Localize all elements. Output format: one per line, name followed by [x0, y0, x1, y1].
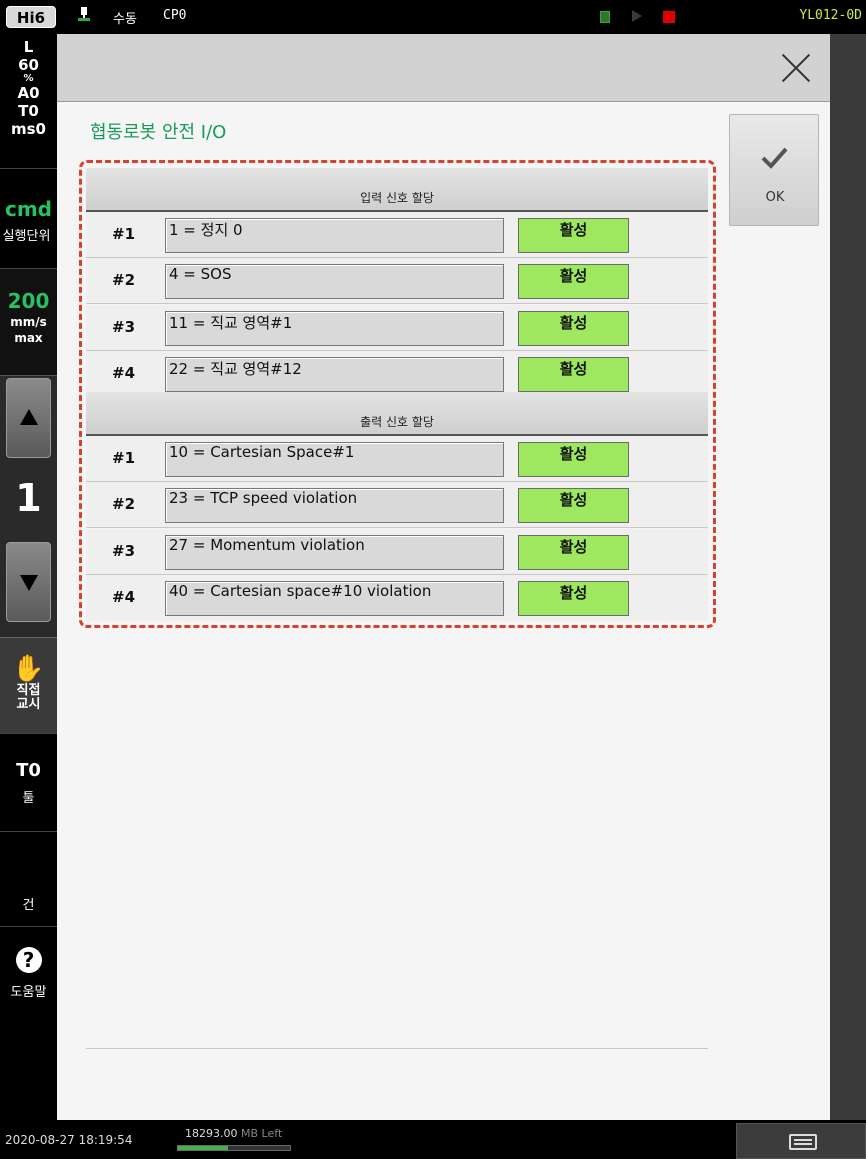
brand-logo[interactable]: Hi6	[6, 6, 56, 28]
status-line: T0	[18, 102, 39, 120]
help-button[interactable]: ? 도움말	[0, 926, 57, 1024]
help-label: 도움말	[10, 985, 47, 1000]
checkmark-icon	[761, 147, 788, 169]
memory-bar	[177, 1145, 291, 1151]
dialog-title: 협동로봇 안전 I/O	[90, 122, 227, 143]
active-toggle-button[interactable]: 활성	[518, 357, 629, 392]
memory-bar-fill	[178, 1146, 229, 1150]
ok-button[interactable]: OK	[729, 114, 819, 226]
status-line: L	[23, 38, 34, 56]
cmd-step-button[interactable]: cmd 실행단위	[0, 168, 57, 268]
mode-indicator: 수동	[113, 12, 137, 27]
ok-label: OK	[765, 190, 785, 205]
speed-value: 200	[7, 289, 50, 313]
version-label: YL012-0D	[799, 8, 862, 23]
output-section-title: 출력 신호 할당	[360, 415, 434, 429]
memory-value: 18293.00	[185, 1127, 238, 1140]
active-toggle-button[interactable]: 활성	[518, 311, 629, 346]
jog-down-button[interactable]	[6, 542, 51, 622]
keyboard-icon	[789, 1134, 817, 1150]
input-signal-field[interactable]: 1 = 정지 0	[165, 218, 504, 253]
input-row: #1 1 = 정지 0 활성	[86, 212, 708, 258]
row-number: #2	[112, 271, 136, 289]
input-row: #3 11 = 직교 영역#1 활성	[86, 305, 708, 351]
active-toggle-button[interactable]: 활성	[518, 488, 629, 523]
tool-label: 툴	[22, 791, 35, 806]
row-number: #3	[112, 318, 136, 336]
input-signal-field[interactable]: 22 = 직교 영역#12	[165, 357, 504, 392]
status-line: A0	[17, 84, 40, 102]
safety-io-dialog: 협동로봇 안전 I/O OK 입력 신호 할당 #1 1 = 정지 0 활성 #…	[57, 34, 830, 1120]
help-icon: ?	[15, 947, 42, 973]
arrow-up-icon	[20, 409, 38, 425]
divider	[86, 1048, 708, 1049]
usb-icon	[78, 7, 90, 21]
row-number: #4	[112, 588, 136, 606]
bottom-status-bar: 2020-08-27 18:19:54 18293.00 MB Left	[0, 1120, 866, 1159]
arrow-down-icon	[20, 575, 38, 591]
speed-max: max	[14, 331, 43, 345]
output-signal-field[interactable]: 23 = TCP speed violation	[165, 488, 504, 523]
active-toggle-button[interactable]: 활성	[518, 442, 629, 477]
output-row: #1 10 = Cartesian Space#1 활성	[86, 436, 708, 482]
jog-step-value: 1	[15, 476, 42, 520]
row-number: #2	[112, 495, 136, 513]
gun-label: 건	[22, 898, 35, 913]
active-toggle-button[interactable]: 활성	[518, 581, 629, 616]
top-status-bar: Hi6 수동 CP0 YL012-0D	[0, 0, 866, 34]
right-edge-strip	[830, 34, 866, 1120]
left-sidebar: L 60 % A0 T0 ms0 cmd 실행단위 200 mm/s max 1…	[0, 34, 57, 1120]
close-icon[interactable]	[780, 52, 812, 84]
status-line: %	[23, 73, 34, 84]
output-signal-field[interactable]: 40 = Cartesian space#10 violation	[165, 581, 504, 616]
memory-unit: MB Left	[241, 1127, 283, 1140]
direct-teach-button[interactable]: ✋ 직접 교시	[0, 637, 57, 733]
motor-status-icon	[600, 11, 610, 23]
memory-label: 18293.00 MB Left	[185, 1127, 282, 1140]
row-number: #1	[112, 225, 136, 243]
jog-panel: 1	[0, 375, 57, 637]
direct-teach-label: 교시	[16, 697, 41, 712]
stop-icon	[663, 11, 675, 23]
output-row: #4 40 = Cartesian space#10 violation 활성	[86, 575, 708, 621]
cmd-label: 실행단위	[2, 229, 51, 244]
input-signal-field[interactable]: 4 = SOS	[165, 264, 504, 299]
keyboard-button[interactable]	[736, 1123, 866, 1159]
row-number: #3	[112, 542, 136, 560]
status-line: 60	[18, 56, 39, 74]
cmd-value: cmd	[4, 197, 52, 221]
input-section-header: 입력 신호 할당	[86, 168, 708, 212]
cp-indicator: CP0	[163, 8, 187, 23]
row-number: #1	[112, 449, 136, 467]
input-row: #2 4 = SOS 활성	[86, 258, 708, 304]
row-number: #4	[112, 364, 136, 382]
hand-icon: ✋	[12, 654, 45, 684]
active-toggle-button[interactable]: 활성	[518, 264, 629, 299]
jog-up-button[interactable]	[6, 378, 51, 458]
robot-status-panel: L 60 % A0 T0 ms0	[0, 34, 57, 168]
input-signal-field[interactable]: 11 = 직교 영역#1	[165, 311, 504, 346]
tool-button[interactable]: T0 툴	[0, 733, 57, 831]
dialog-header	[57, 34, 830, 102]
output-section-header: 출력 신호 할당	[86, 392, 708, 436]
speed-button[interactable]: 200 mm/s max	[0, 268, 57, 375]
output-row: #2 23 = TCP speed violation 활성	[86, 482, 708, 528]
tool-value: T0	[16, 760, 41, 781]
datetime-label: 2020-08-27 18:19:54	[5, 1133, 133, 1147]
output-signal-field[interactable]: 10 = Cartesian Space#1	[165, 442, 504, 477]
gun-button[interactable]: 건	[0, 831, 57, 926]
active-toggle-button[interactable]: 활성	[518, 218, 629, 253]
input-row: #4 22 = 직교 영역#12 활성	[86, 351, 708, 397]
speed-unit: mm/s	[10, 315, 47, 329]
output-signal-field[interactable]: 27 = Momentum violation	[165, 535, 504, 570]
play-icon	[632, 10, 642, 22]
active-toggle-button[interactable]: 활성	[518, 535, 629, 570]
status-line: ms0	[11, 120, 46, 138]
direct-teach-label: 직접	[16, 683, 41, 698]
input-section-title: 입력 신호 할당	[360, 191, 434, 205]
output-row: #3 27 = Momentum violation 활성	[86, 529, 708, 575]
